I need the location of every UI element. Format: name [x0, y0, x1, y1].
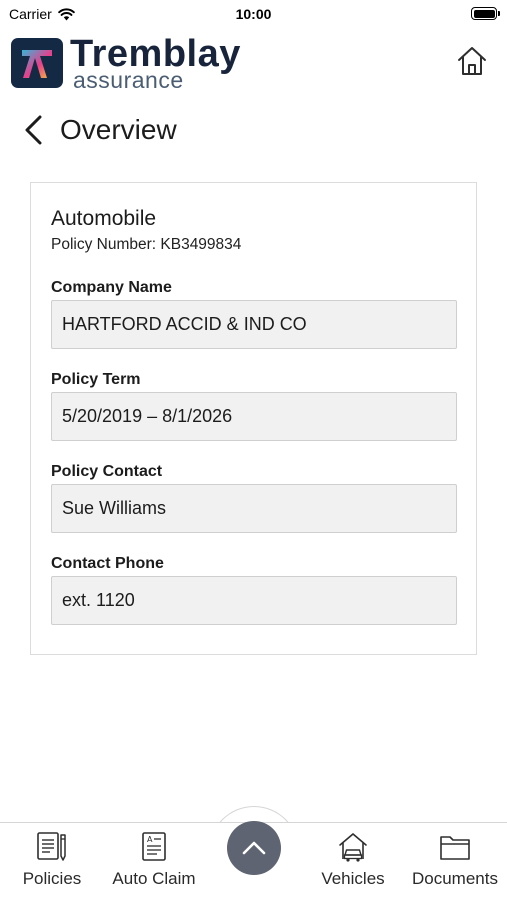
- tab-vehicles-label: Vehicles: [321, 869, 385, 888]
- policy-term-value: 5/20/2019 – 8/1/2026: [62, 406, 233, 426]
- company-name-value: HARTFORD ACCID & IND CO: [62, 314, 307, 334]
- contact-phone-value: ext. 1120: [62, 590, 135, 610]
- policies-document-icon: [37, 832, 66, 861]
- policy-contact-label: Policy Contact: [51, 463, 163, 480]
- policy-term-field: 5/20/2019 – 8/1/2026: [51, 392, 457, 441]
- chevron-left-icon: [25, 115, 42, 145]
- logo-mark-icon: [11, 38, 63, 88]
- documents-folder-icon: [440, 836, 470, 860]
- page-title: Overview: [60, 114, 177, 145]
- status-bar: Carrier 10:00: [0, 0, 507, 28]
- auto-claim-form-icon: A: [142, 832, 166, 861]
- company-name-field: HARTFORD ACCID & IND CO: [51, 300, 457, 349]
- vehicles-car-house-icon: [339, 833, 367, 862]
- tab-auto-claim[interactable]: A Auto Claim: [104, 831, 204, 889]
- policy-contact-value: Sue Williams: [62, 498, 167, 518]
- page-title-row: Overview: [22, 110, 177, 150]
- policy-contact-field: Sue Williams: [51, 484, 457, 533]
- back-button[interactable]: [22, 113, 60, 147]
- contact-phone-field: ext. 1120: [51, 576, 457, 625]
- app-header: Tremblay assurance: [0, 30, 507, 94]
- contact-phone-label: Contact Phone: [51, 555, 164, 572]
- center-expand-button[interactable]: [227, 821, 281, 875]
- policy-term-label: Policy Term: [51, 371, 141, 388]
- policy-type: Automobile: [51, 207, 157, 230]
- svg-text:A: A: [147, 835, 153, 844]
- home-button[interactable]: [455, 44, 489, 78]
- tab-policies[interactable]: Policies: [2, 831, 102, 889]
- tab-auto-claim-label: Auto Claim: [112, 869, 196, 888]
- battery-icon: [471, 7, 500, 20]
- home-icon: [458, 47, 486, 75]
- status-time: 10:00: [235, 6, 272, 22]
- brand-logo: Tremblay assurance: [11, 35, 241, 92]
- chevron-up-icon: [242, 841, 266, 855]
- policy-number: Policy Number: KB3499834: [51, 236, 242, 253]
- policy-card: Automobile Policy Number: KB3499834 Comp…: [30, 182, 477, 655]
- tab-policies-label: Policies: [22, 869, 82, 888]
- tab-documents-label: Documents: [412, 869, 498, 888]
- tab-documents[interactable]: Documents: [405, 831, 505, 889]
- tab-vehicles[interactable]: Vehicles: [303, 831, 403, 889]
- company-name-label: Company Name: [51, 279, 172, 296]
